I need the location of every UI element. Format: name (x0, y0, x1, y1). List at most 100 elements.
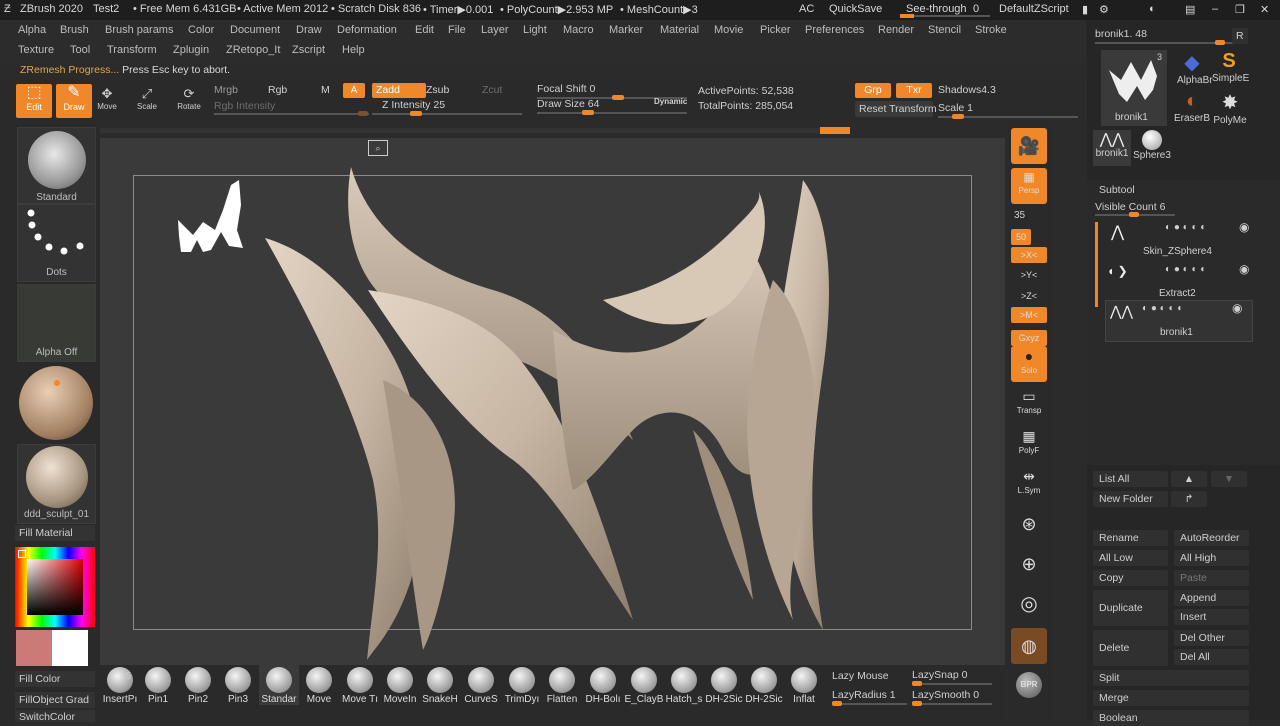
mrgb-button[interactable]: Mrgb (214, 84, 238, 96)
subtool-toggles-icon[interactable]: ◐ ● ◐ ◐ ◐ (1165, 264, 1206, 275)
sym-z-button[interactable]: >Z< (1011, 288, 1047, 304)
autoreorder-button[interactable]: AutoReorder (1174, 530, 1249, 546)
rotate-button[interactable]: ⟳ Rotate (174, 86, 204, 111)
rotate-view-icon[interactable]: ◎ (1011, 586, 1047, 622)
boolean-button[interactable]: Boolean (1093, 710, 1249, 726)
subtool-toggles-icon[interactable]: ◐ ● ◐ ◐ ◐ (1142, 303, 1183, 314)
brush-pin1[interactable]: Pin1 (138, 665, 178, 705)
lazy-mouse-button[interactable]: Lazy Mouse (832, 670, 889, 682)
draw-size-label[interactable]: Draw Size 64 (537, 98, 599, 110)
bpr-button[interactable]: BPR (1011, 670, 1047, 706)
zoom-d-icon[interactable]: ⊕ (1011, 546, 1047, 582)
dynamic-toggle[interactable]: Dynamic (654, 97, 687, 106)
rgb-intensity-slider[interactable] (214, 111, 369, 116)
brush-inflat[interactable]: Inflat (784, 665, 824, 705)
new-folder-button[interactable]: New Folder (1093, 491, 1168, 507)
a-button[interactable]: A (343, 83, 365, 98)
duplicate-button[interactable]: Duplicate (1093, 590, 1168, 626)
color-picker[interactable] (15, 547, 95, 627)
secondary-color-swatch[interactable] (52, 630, 88, 666)
menu-zscript[interactable]: Zscript (292, 44, 325, 56)
subtool-title[interactable]: Subtool (1099, 184, 1135, 196)
menu-file[interactable]: File (448, 24, 466, 36)
menu-brush[interactable]: Brush (60, 24, 89, 36)
sym-m-button[interactable]: >M< (1011, 307, 1047, 323)
texture-thumbnail[interactable] (17, 364, 94, 444)
menu-picker[interactable]: Picker (760, 24, 791, 36)
draw-size-slider[interactable] (537, 110, 687, 115)
menu-color[interactable]: Color (188, 24, 214, 36)
list-all-button[interactable]: List All (1093, 471, 1168, 487)
lazy-radius-slider[interactable] (832, 701, 907, 706)
color-picker-square[interactable] (27, 559, 83, 615)
subtool-item-skin[interactable]: ⋀ ◐ ● ◐ ◐ ◐ ◉ Skin_ZSphere4 (1107, 220, 1252, 260)
rename-button[interactable]: Rename (1093, 530, 1168, 546)
sculpt-model[interactable] (133, 160, 973, 670)
menu-zretopo-it[interactable]: ZRetopo_It (226, 44, 280, 56)
sym-x-button[interactable]: >X< (1011, 247, 1047, 263)
menu-preferences[interactable]: Preferences (805, 24, 864, 36)
menu-macro[interactable]: Macro (563, 24, 594, 36)
all-low-button[interactable]: All Low (1093, 550, 1168, 566)
menu-movie[interactable]: Movie (714, 24, 743, 36)
menu-zplugin[interactable]: Zplugin (173, 44, 209, 56)
copy-button[interactable]: Copy (1093, 570, 1168, 586)
minimize-icon[interactable]: – (1212, 3, 1218, 15)
menu-stroke[interactable]: Stroke (975, 24, 1007, 36)
menu-help[interactable]: Help (342, 44, 365, 56)
brush-thumbnail[interactable]: Standard (17, 127, 96, 204)
brush-standar[interactable]: Standar (259, 665, 299, 705)
menu-transform[interactable]: Transform (107, 44, 157, 56)
arrow-up-icon[interactable]: ▲ (1171, 471, 1207, 487)
menu-document[interactable]: Document (230, 24, 280, 36)
orange-scroll-marker[interactable] (820, 127, 850, 134)
brush-move[interactable]: Move (299, 665, 339, 705)
fifty-button[interactable]: 50 (1011, 229, 1031, 245)
zadd-button[interactable]: Zadd (372, 83, 426, 98)
menu-brush-params[interactable]: Brush params (105, 24, 173, 36)
fill-material-button[interactable]: Fill Material (15, 525, 95, 541)
primary-color-swatch[interactable] (16, 630, 52, 666)
polyf-button[interactable]: ▦ PolyF (1011, 426, 1047, 462)
current-tool-name[interactable]: bronik1. 48 (1095, 28, 1147, 40)
simplee-tool[interactable]: S SimpleE (1212, 50, 1249, 86)
material-orange-icon[interactable]: ◍ (1011, 628, 1047, 664)
brush-snakeh[interactable]: SnakeH (420, 665, 460, 705)
eye-icon[interactable]: ◉ (1239, 220, 1249, 234)
insert-button[interactable]: Insert (1174, 609, 1249, 625)
arrow-down-icon[interactable]: ▼ (1211, 471, 1247, 487)
alphabr-tool[interactable]: ◆ AlphaBr (1177, 50, 1213, 86)
rgb-intensity-label[interactable]: Rgb Intensity (214, 100, 275, 112)
visible-count-slider[interactable] (1095, 212, 1175, 217)
eraserb-tool[interactable]: ◐ EraserB (1172, 90, 1212, 126)
default-zscript-button[interactable]: DefaultZScript (999, 3, 1069, 15)
sphere3-tool[interactable]: Sphere3 (1133, 130, 1171, 166)
camera-snapshot-icon[interactable]: ⌕ (368, 140, 388, 156)
brush-flatten[interactable]: Flatten (542, 665, 582, 705)
z-intensity-label[interactable]: Z Intensity 25 (382, 99, 445, 111)
menu-marker[interactable]: Marker (609, 24, 643, 36)
lazy-smooth-label[interactable]: LazySmooth 0 (912, 689, 979, 701)
edit-button[interactable]: ⬚ Edit (16, 84, 52, 118)
menu-tool[interactable]: Tool (70, 44, 90, 56)
scale-value-label[interactable]: Scale 1 (938, 102, 973, 114)
ac-button[interactable]: AC (799, 3, 814, 15)
alpha-thumbnail[interactable]: Alpha Off (17, 284, 96, 362)
eye-icon[interactable]: ◉ (1239, 262, 1249, 276)
persp-button[interactable]: ▦ Persp (1011, 168, 1047, 204)
rgb-button[interactable]: Rgb (268, 84, 287, 96)
restore-icon[interactable]: ❐ (1235, 3, 1245, 16)
help-icon[interactable]: ◐ (1149, 3, 1156, 15)
move-into-folder-icon[interactable]: ↱ (1171, 491, 1207, 507)
lazy-snap-label[interactable]: LazySnap 0 (912, 669, 967, 681)
draw-button[interactable]: ✎ Draw (56, 84, 92, 118)
menus-toggle-icon[interactable]: ▮ (1082, 3, 1088, 16)
eye-icon[interactable]: ◉ (1232, 301, 1242, 315)
subtool-item-bronik[interactable]: ⋀⋀ ◐ ● ◐ ◐ ◐ ◉ bronik1 (1105, 300, 1253, 342)
menu-layer[interactable]: Layer (481, 24, 509, 36)
brush-e-clayb[interactable]: E_ClayB (624, 665, 664, 705)
reset-transform-button[interactable]: Reset Transform (855, 101, 937, 117)
subtool-toggles-icon[interactable]: ◐ ● ◐ ◐ ◐ (1165, 222, 1206, 233)
zcut-button[interactable]: Zcut (482, 84, 502, 96)
fill-color-button[interactable]: Fill Color (15, 671, 95, 687)
